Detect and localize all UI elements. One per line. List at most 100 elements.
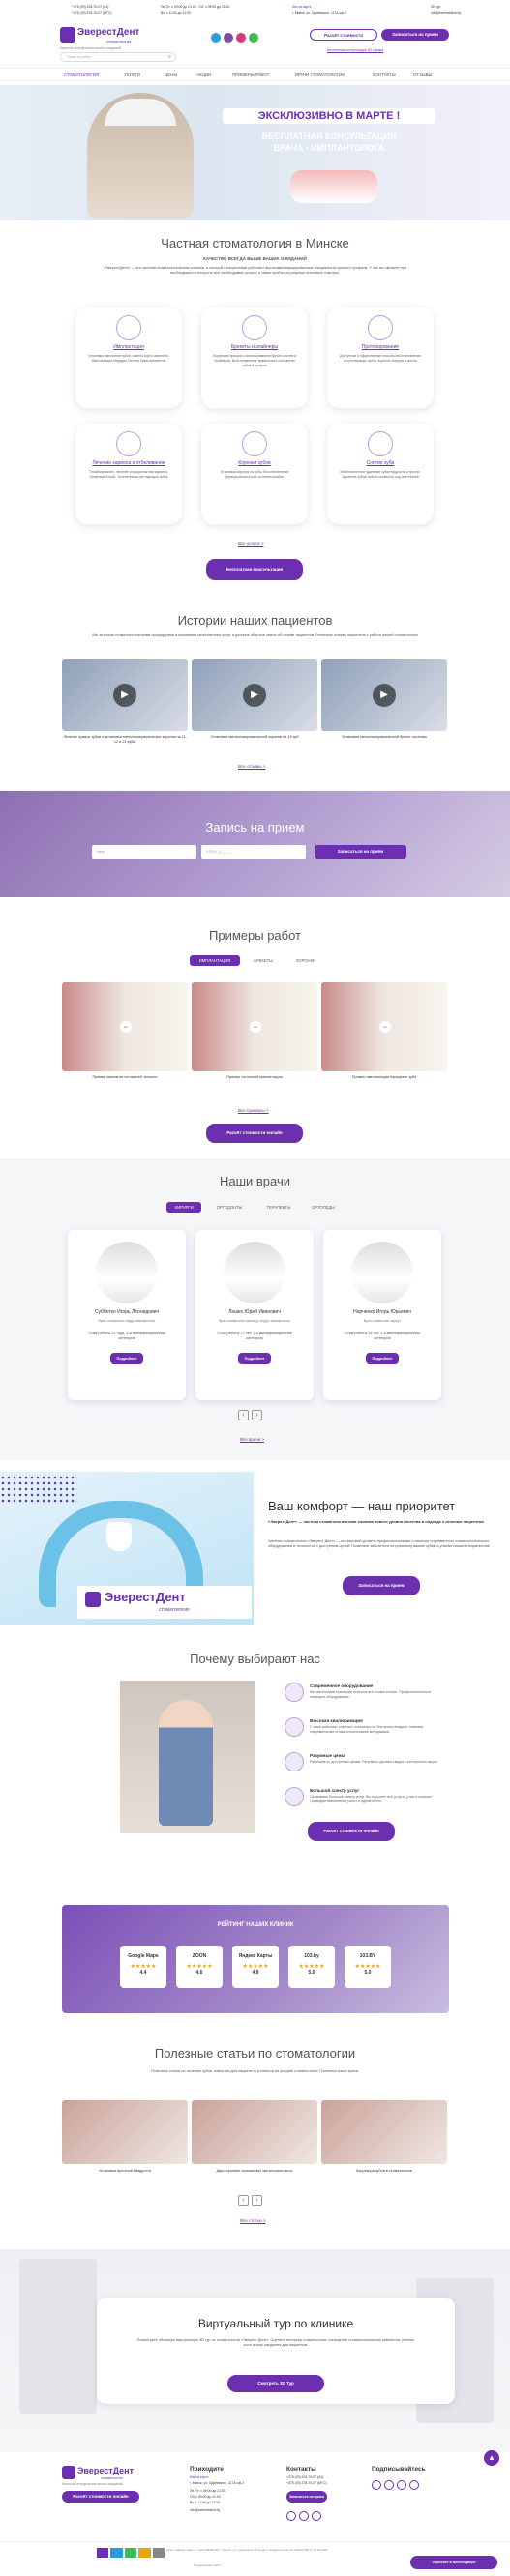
- appointment-button[interactable]: Записаться на прием: [381, 29, 449, 41]
- phone-field[interactable]: +375 (_) _ _ _: [201, 845, 306, 859]
- service-card[interactable]: Снятие зуба Безболезненное удаление зубов…: [327, 424, 434, 524]
- play-icon[interactable]: ▶: [113, 684, 136, 707]
- article-title[interactable]: Двусторонние компактные металлоконтакты: [192, 2169, 317, 2173]
- messenger-widget[interactable]: Спросите в мессенджере: [410, 2556, 497, 2569]
- footer-logo-icon[interactable]: [62, 2466, 75, 2479]
- nav-item-doctors[interactable]: ВРАЧИ СТОМАТОЛОГИИ: [295, 73, 345, 77]
- slider-handle-icon[interactable]: ↔: [250, 1021, 261, 1033]
- developer-link[interactable]: Продвижение сайта: [194, 2563, 221, 2567]
- tab-implantation[interactable]: ИМПЛАНТАЦИЯ: [190, 955, 240, 966]
- story-video[interactable]: ▶: [192, 659, 317, 731]
- work-before-after[interactable]: ↔: [62, 982, 188, 1071]
- tab-crowns[interactable]: КОРОНКИ: [286, 955, 325, 966]
- footer-facebook-icon[interactable]: [409, 2480, 419, 2490]
- search-icon[interactable]: ⌕: [168, 54, 171, 61]
- consultation-button[interactable]: Бесплатная консультация: [206, 559, 303, 580]
- rating-badge[interactable]: 103.by ★★★★★ 5.0: [288, 1946, 335, 1988]
- all-services-link[interactable]: Все услуги >: [238, 542, 263, 546]
- rating-badge[interactable]: 103.BY ★★★★★ 5.0: [345, 1946, 391, 1988]
- work-before-after[interactable]: ↔: [321, 982, 447, 1071]
- tab-surgeons[interactable]: ХИРУРГИ: [166, 1202, 201, 1213]
- article-image[interactable]: [192, 2100, 317, 2164]
- story-caption[interactable]: Лечение правок зубов и установка металло…: [62, 735, 188, 745]
- footer-appointment-button[interactable]: Записаться на прием: [286, 2491, 327, 2503]
- service-card[interactable]: Протезирование Доступные и эффективные сп…: [327, 307, 434, 408]
- all-reviews-link[interactable]: Все отзывы >: [238, 764, 265, 769]
- play-icon[interactable]: ▶: [243, 684, 266, 707]
- doctor-card[interactable]: Лешко Юрий Иванович Врач-стоматолог-ортоп…: [195, 1230, 314, 1400]
- footer-logo[interactable]: ЭверестДент: [77, 2466, 134, 2475]
- doctors-prev-arrow[interactable]: ‹: [238, 1410, 249, 1420]
- free-consult-link[interactable]: Бесплатная консультация 3D снимка: [327, 48, 383, 52]
- why-price-button[interactable]: Расчёт стоимости онлайн: [308, 1822, 395, 1841]
- nav-item-dentistry[interactable]: СТОМАТОЛОГИЯ: [64, 73, 99, 77]
- footer-map-link[interactable]: Мы на карте: [190, 2475, 209, 2479]
- footer-instagram-icon[interactable]: [372, 2480, 381, 2490]
- service-card[interactable]: Брекеты и элайнеры Коррекция прикуса с ис…: [201, 307, 308, 408]
- slider-handle-icon[interactable]: ↔: [120, 1021, 132, 1033]
- service-card[interactable]: Имплантация Установка имплантов зубов, за…: [75, 307, 182, 408]
- logo-icon[interactable]: [60, 27, 75, 43]
- instagram-icon[interactable]: [236, 33, 246, 43]
- all-works-link[interactable]: Все примеры >: [238, 1108, 269, 1113]
- play-icon[interactable]: ▶: [373, 684, 396, 707]
- article-title[interactable]: Установка протезов Квадротти: [62, 2169, 188, 2173]
- work-before-after[interactable]: ↔: [192, 982, 317, 1071]
- tab-orthodontists[interactable]: ОРТОДОНТЫ: [207, 1202, 252, 1213]
- nav-item-reviews[interactable]: ОТЗЫВЫ: [413, 73, 432, 77]
- footer-price-button[interactable]: Расчёт стоимости онлайн: [62, 2491, 139, 2503]
- logo[interactable]: ЭверестДент: [77, 27, 139, 38]
- footer-phone-1[interactable]: +375 (29) 228-70-07 (A1): [286, 2475, 323, 2479]
- story-caption[interactable]: Установка металлокерамической коронки на…: [192, 735, 317, 740]
- rating-badge[interactable]: ZOON ★★★★★ 4.6: [176, 1946, 223, 1988]
- story-video[interactable]: ▶: [321, 659, 447, 731]
- all-articles-link[interactable]: Все статьи >: [240, 2218, 265, 2223]
- nav-item-works[interactable]: ПРИМЕРЫ РАБОТ: [232, 73, 269, 77]
- footer-telegram-icon[interactable]: [286, 2511, 296, 2521]
- service-card[interactable]: Коронки зубов Установка коронок на зубы. …: [201, 424, 308, 524]
- nav-item-promo[interactable]: АКЦИИ: [196, 73, 211, 77]
- doctor-details-button[interactable]: Подробнее: [238, 1352, 271, 1364]
- header-email[interactable]: info@everestdent.by: [431, 11, 461, 15]
- footer-youtube-icon[interactable]: [384, 2480, 394, 2490]
- tab-therapists[interactable]: ТЕРАПЕВТЫ: [257, 1202, 300, 1213]
- article-title[interactable]: Коррекция зубов в стоматологии: [321, 2169, 447, 2173]
- article-image[interactable]: [62, 2100, 188, 2164]
- nav-item-contacts[interactable]: КОНТАКТЫ: [373, 73, 396, 77]
- article-image[interactable]: [321, 2100, 447, 2164]
- comfort-appointment-button[interactable]: Записаться на прием: [343, 1576, 420, 1595]
- price-button[interactable]: Расчёт стоимости: [310, 29, 377, 41]
- articles-next-arrow[interactable]: ›: [252, 2195, 262, 2206]
- telegram-icon[interactable]: [211, 33, 221, 43]
- doctor-details-button[interactable]: Подробнее: [366, 1352, 399, 1364]
- rating-badge[interactable]: Google Maps ★★★★★ 4.4: [120, 1946, 166, 1988]
- tab-orthopedists[interactable]: ОРТОПЕДЫ: [304, 1202, 343, 1213]
- doctor-card[interactable]: Нарченко Игорь Юрьевич Врач-стоматолог-хи…: [323, 1230, 441, 1400]
- whatsapp-icon[interactable]: [249, 33, 258, 43]
- tour-link[interactable]: 3D тур: [431, 5, 440, 9]
- articles-prev-arrow[interactable]: ‹: [238, 2195, 249, 2206]
- story-video[interactable]: ▶: [62, 659, 188, 731]
- form-submit-button[interactable]: Записаться на приём: [315, 845, 406, 859]
- nav-item-prices[interactable]: ЦЕНЫ: [165, 73, 177, 77]
- works-price-button[interactable]: Расчёт стоимости онлайн: [206, 1124, 303, 1143]
- search-input[interactable]: Поиск по сайту ⌕: [60, 52, 176, 62]
- slider-handle-icon[interactable]: ↔: [379, 1021, 391, 1033]
- story-caption[interactable]: Установка металлокерамической брекет сис…: [321, 735, 447, 740]
- map-link[interactable]: Мы на карте: [292, 5, 312, 9]
- tab-braces[interactable]: БРЕКЕТЫ: [244, 955, 283, 966]
- rating-badge[interactable]: Яндекс Карты ★★★★★ 4.9: [232, 1946, 279, 1988]
- footer-whatsapp-icon[interactable]: [312, 2511, 321, 2521]
- footer-viber-icon[interactable]: [299, 2511, 309, 2521]
- footer-phone-2[interactable]: +375 (29) 378-70-07 (МТС): [286, 2481, 327, 2485]
- doctor-details-button[interactable]: Подробнее: [110, 1352, 143, 1364]
- header-phone-2[interactable]: +375 (29) 378-70-07 (МТС): [72, 11, 112, 15]
- service-card[interactable]: Лечение кариеса и отбеливание Пломбирован…: [75, 424, 182, 524]
- all-doctors-link[interactable]: Все врачи >: [240, 1437, 264, 1442]
- footer-email[interactable]: info@everestdent.by: [190, 2508, 220, 2512]
- doctors-next-arrow[interactable]: ›: [252, 1410, 262, 1420]
- viber-icon[interactable]: [224, 33, 233, 43]
- hero-banner[interactable]: ЭКСКЛЮЗИВНО В МАРТЕ ! БЕСПЛАТНАЯ КОНСУЛЬ…: [0, 85, 510, 220]
- doctor-card[interactable]: Субботко Игорь Леонидович Врач-стоматолог…: [68, 1230, 186, 1400]
- name-field[interactable]: Имя: [92, 845, 196, 859]
